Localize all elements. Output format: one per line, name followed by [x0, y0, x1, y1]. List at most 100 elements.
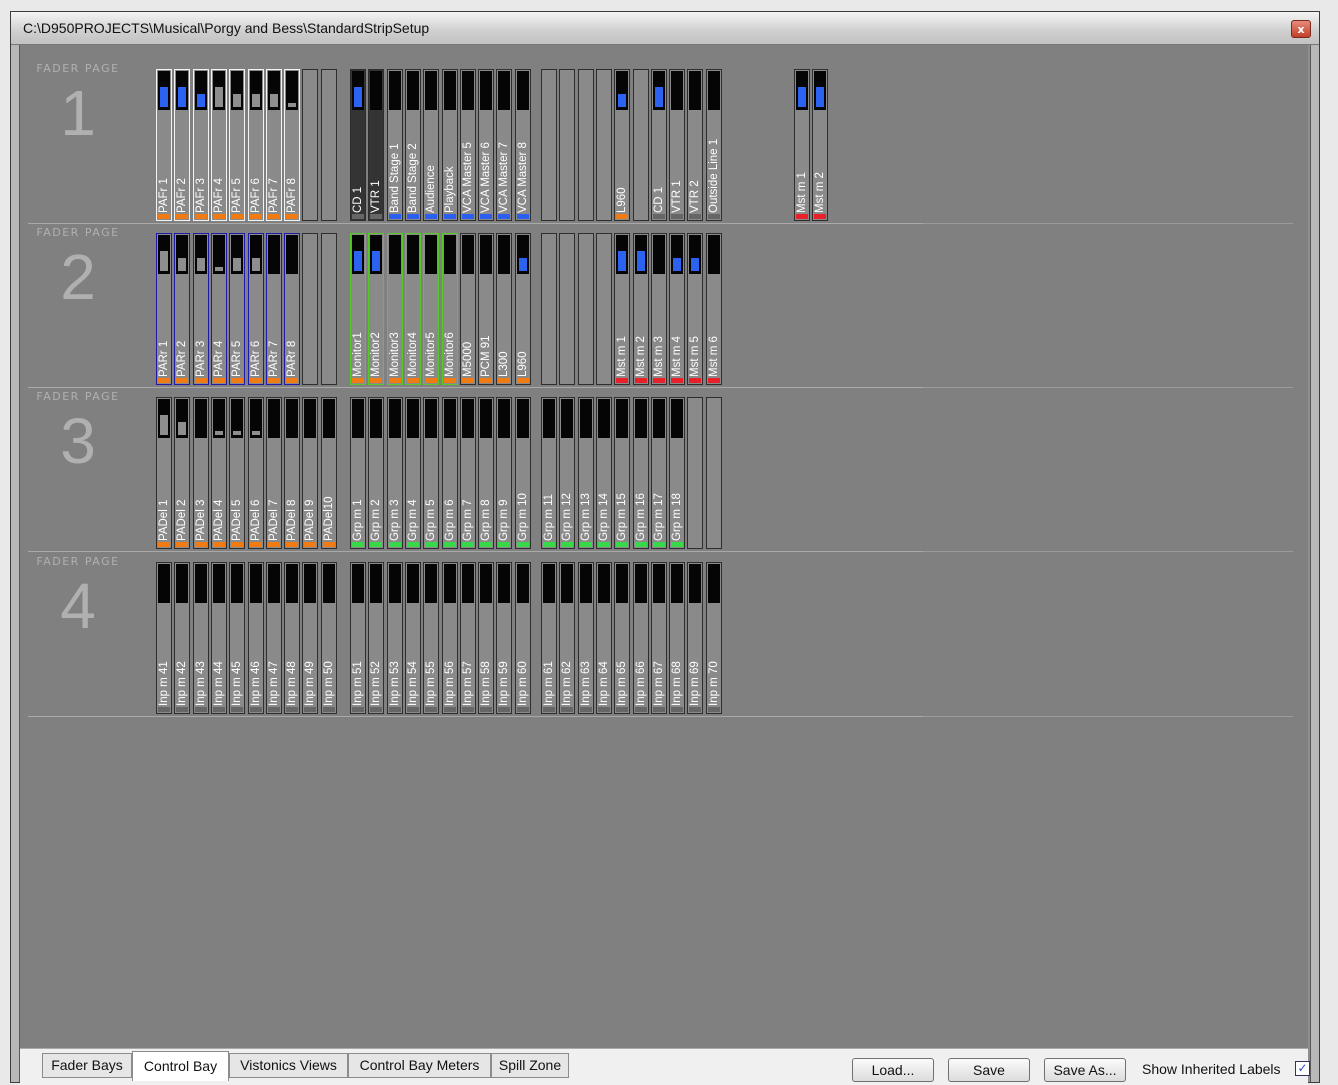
- fader-strip[interactable]: PARr 4: [211, 233, 227, 385]
- empty-strip[interactable]: [706, 397, 722, 549]
- fader-strip[interactable]: Inp m 45: [229, 562, 245, 714]
- empty-strip[interactable]: [559, 233, 575, 385]
- fader-strip[interactable]: PAFr 4: [211, 69, 227, 221]
- empty-strip[interactable]: [559, 69, 575, 221]
- empty-strip[interactable]: [302, 69, 318, 221]
- fader-strip[interactable]: L960: [515, 233, 531, 385]
- fader-strip[interactable]: Inp m 52: [368, 562, 384, 714]
- fader-strip[interactable]: M5000: [460, 233, 476, 385]
- empty-strip[interactable]: [596, 69, 612, 221]
- fader-strip[interactable]: Mst m 1: [794, 69, 810, 221]
- save-as-button[interactable]: Save As...: [1044, 1058, 1126, 1082]
- fader-strip[interactable]: Mst m 1: [614, 233, 630, 385]
- tab-vistonics-views[interactable]: Vistonics Views: [229, 1053, 348, 1078]
- fader-strip[interactable]: Grp m 14: [596, 397, 612, 549]
- fader-strip[interactable]: PAFr 2: [174, 69, 190, 221]
- empty-strip[interactable]: [578, 233, 594, 385]
- fader-strip[interactable]: Mst m 2: [812, 69, 828, 221]
- fader-strip[interactable]: PADel 2: [174, 397, 190, 549]
- empty-strip[interactable]: [687, 397, 703, 549]
- fader-strip[interactable]: Monitor4: [405, 233, 421, 385]
- fader-strip[interactable]: Grp m 10: [515, 397, 531, 549]
- fader-strip[interactable]: Inp m 46: [248, 562, 264, 714]
- fader-strip[interactable]: Inp m 57: [460, 562, 476, 714]
- empty-strip[interactable]: [633, 69, 649, 221]
- fader-strip[interactable]: Inp m 61: [541, 562, 557, 714]
- fader-strip[interactable]: PARr 1: [156, 233, 172, 385]
- fader-strip[interactable]: Inp m 55: [423, 562, 439, 714]
- fader-strip[interactable]: Grp m 3: [387, 397, 403, 549]
- fader-strip[interactable]: Grp m 6: [442, 397, 458, 549]
- empty-strip[interactable]: [596, 233, 612, 385]
- tab-control-bay[interactable]: Control Bay: [132, 1051, 229, 1081]
- fader-strip[interactable]: PADel 4: [211, 397, 227, 549]
- fader-strip[interactable]: VCA Master 8: [515, 69, 531, 221]
- show-inherited-labels-checkbox[interactable]: ✓: [1295, 1061, 1310, 1076]
- fader-strip[interactable]: Outside Line 1: [706, 69, 722, 221]
- fader-strip[interactable]: VTR 1: [669, 69, 685, 221]
- fader-strip[interactable]: PAFr 8: [284, 69, 300, 221]
- save-button[interactable]: Save: [948, 1058, 1030, 1082]
- fader-strip[interactable]: Grp m 11: [541, 397, 557, 549]
- fader-strip[interactable]: Inp m 59: [496, 562, 512, 714]
- fader-strip[interactable]: Mst m 2: [633, 233, 649, 385]
- fader-strip[interactable]: L300: [496, 233, 512, 385]
- empty-strip[interactable]: [541, 233, 557, 385]
- fader-strip[interactable]: Inp m 70: [706, 562, 722, 714]
- fader-strip[interactable]: Inp m 65: [614, 562, 630, 714]
- fader-strip[interactable]: VCA Master 5: [460, 69, 476, 221]
- fader-strip[interactable]: Inp m 44: [211, 562, 227, 714]
- fader-strip[interactable]: Grp m 5: [423, 397, 439, 549]
- fader-strip[interactable]: Grp m 18: [669, 397, 685, 549]
- fader-strip[interactable]: VTR 1: [368, 69, 384, 221]
- fader-strip[interactable]: Inp m 54: [405, 562, 421, 714]
- fader-strip[interactable]: VTR 2: [687, 69, 703, 221]
- fader-strip[interactable]: Grp m 8: [478, 397, 494, 549]
- fader-strip[interactable]: Grp m 9: [496, 397, 512, 549]
- tab-fader-bays[interactable]: Fader Bays: [42, 1053, 132, 1078]
- fader-strip[interactable]: PAFr 6: [248, 69, 264, 221]
- fader-strip[interactable]: Monitor6: [442, 233, 458, 385]
- fader-strip[interactable]: Grp m 1: [350, 397, 366, 549]
- empty-strip[interactable]: [578, 69, 594, 221]
- fader-strip[interactable]: Grp m 7: [460, 397, 476, 549]
- fader-strip[interactable]: Inp m 50: [321, 562, 337, 714]
- fader-strip[interactable]: PARr 8: [284, 233, 300, 385]
- fader-strip[interactable]: Grp m 16: [633, 397, 649, 549]
- fader-strip[interactable]: PADel 1: [156, 397, 172, 549]
- fader-strip[interactable]: PADel 6: [248, 397, 264, 549]
- fader-strip[interactable]: Inp m 69: [687, 562, 703, 714]
- fader-strip[interactable]: VCA Master 6: [478, 69, 494, 221]
- fader-strip[interactable]: Inp m 58: [478, 562, 494, 714]
- fader-strip[interactable]: Playback: [442, 69, 458, 221]
- fader-strip[interactable]: PARr 3: [193, 233, 209, 385]
- fader-strip[interactable]: L960: [614, 69, 630, 221]
- load-button[interactable]: Load...: [852, 1058, 934, 1082]
- fader-strip[interactable]: Grp m 12: [559, 397, 575, 549]
- fader-strip[interactable]: Mst m 4: [669, 233, 685, 385]
- fader-strip[interactable]: Grp m 13: [578, 397, 594, 549]
- empty-strip[interactable]: [541, 69, 557, 221]
- fader-strip[interactable]: Inp m 49: [302, 562, 318, 714]
- fader-strip[interactable]: PARr 5: [229, 233, 245, 385]
- fader-strip[interactable]: PAFr 5: [229, 69, 245, 221]
- fader-strip[interactable]: PAFr 1: [156, 69, 172, 221]
- fader-strip[interactable]: Inp m 53: [387, 562, 403, 714]
- fader-strip[interactable]: PADel 8: [284, 397, 300, 549]
- fader-strip[interactable]: Grp m 15: [614, 397, 630, 549]
- fader-strip[interactable]: PADel 5: [229, 397, 245, 549]
- fader-strip[interactable]: Inp m 62: [559, 562, 575, 714]
- fader-strip[interactable]: Monitor5: [423, 233, 439, 385]
- fader-strip[interactable]: Inp m 68: [669, 562, 685, 714]
- fader-strip[interactable]: Inp m 66: [633, 562, 649, 714]
- fader-strip[interactable]: CD 1: [651, 69, 667, 221]
- fader-strip[interactable]: Mst m 3: [651, 233, 667, 385]
- fader-strip[interactable]: Inp m 51: [350, 562, 366, 714]
- fader-strip[interactable]: Band Stage 2: [405, 69, 421, 221]
- fader-strip[interactable]: Monitor2: [368, 233, 384, 385]
- fader-strip[interactable]: Inp m 48: [284, 562, 300, 714]
- empty-strip[interactable]: [321, 69, 337, 221]
- empty-strip[interactable]: [321, 233, 337, 385]
- fader-strip[interactable]: PADel 9: [302, 397, 318, 549]
- fader-strip[interactable]: Grp m 2: [368, 397, 384, 549]
